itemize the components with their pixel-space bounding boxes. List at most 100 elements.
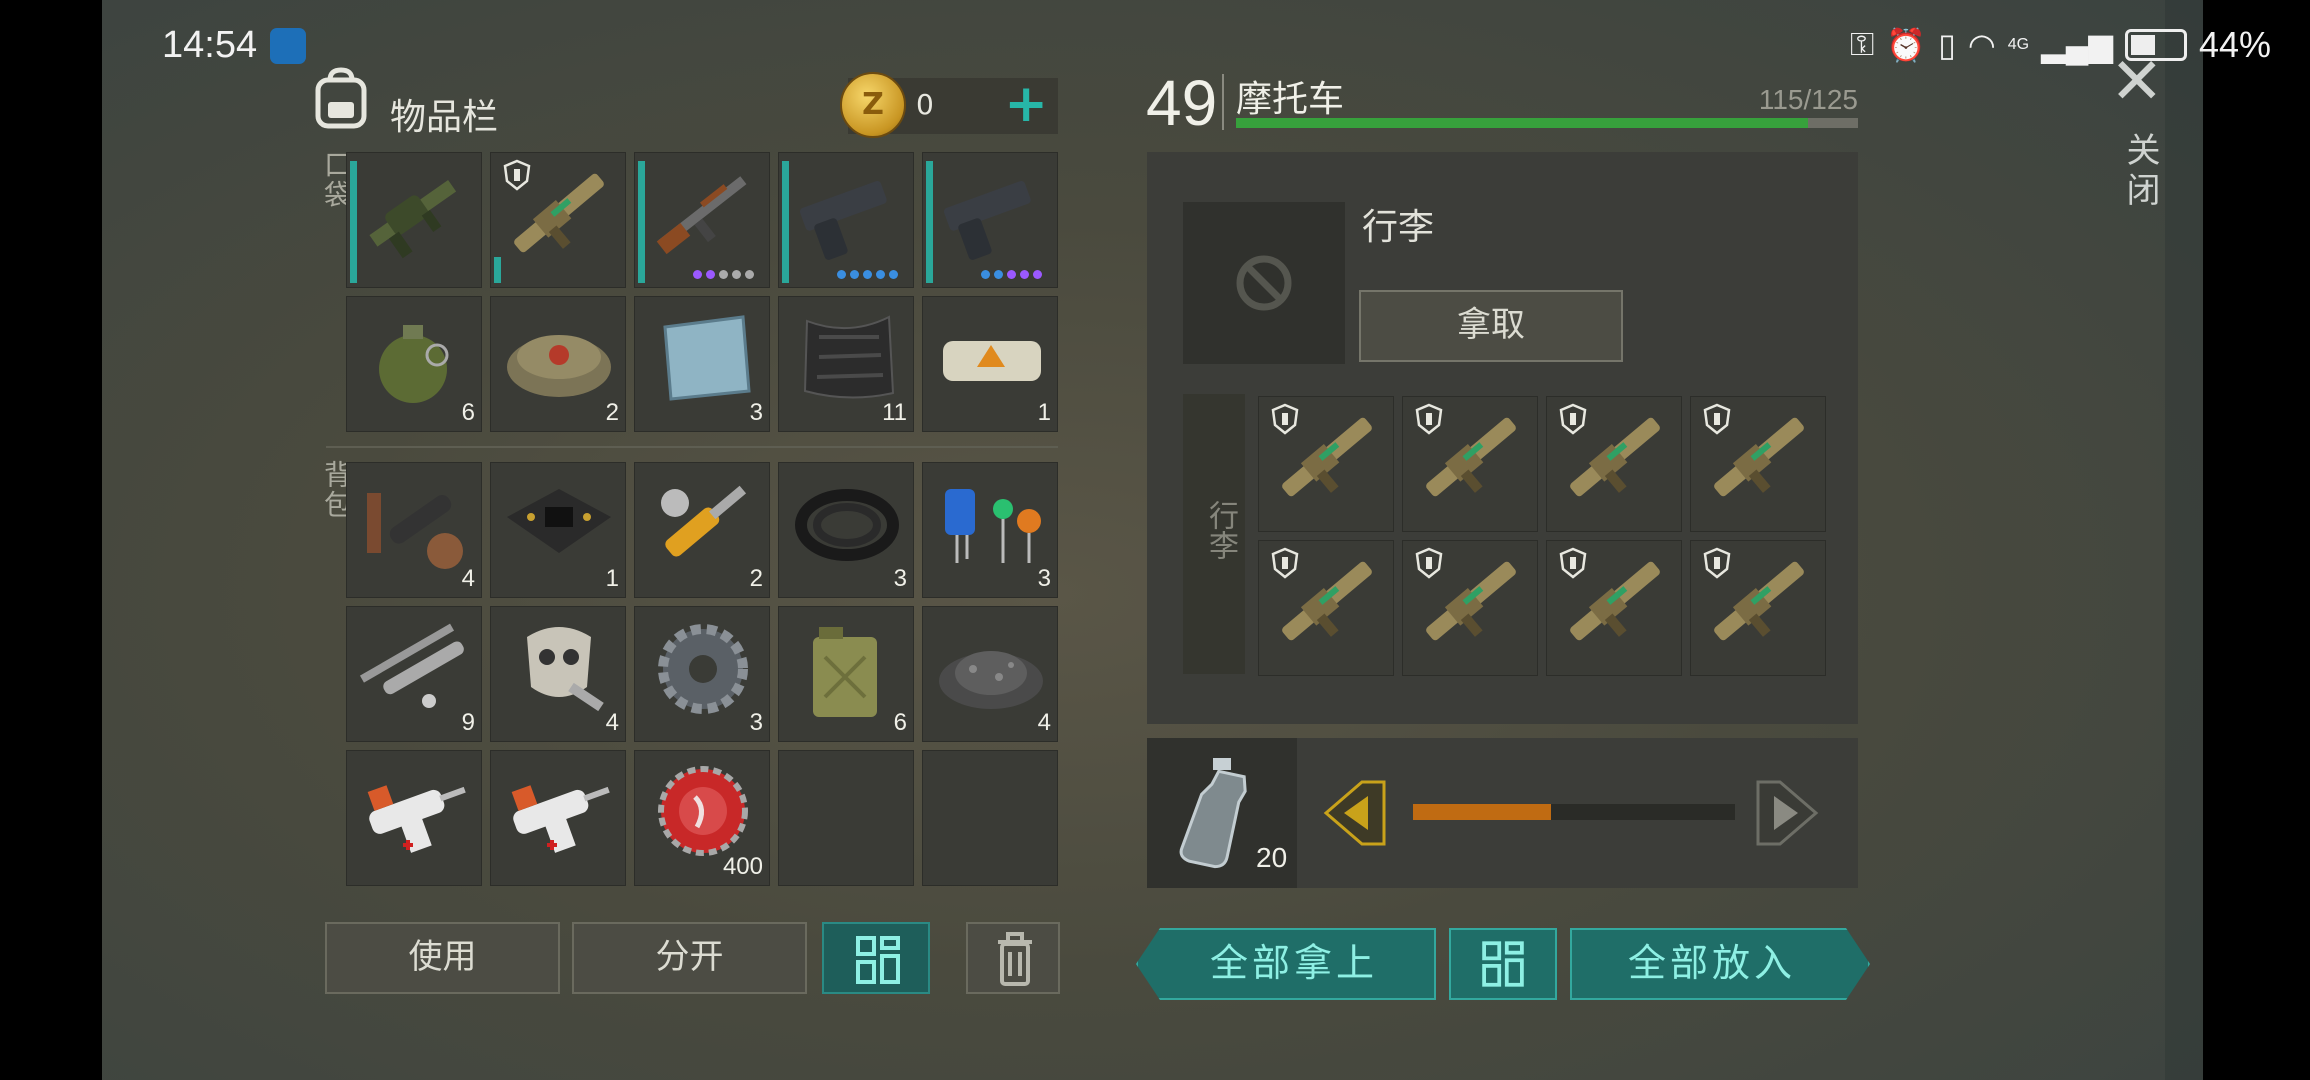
pocket-slot[interactable]	[490, 152, 626, 288]
take-all-button[interactable]: 全部拿上	[1136, 928, 1436, 1000]
metal-rods-icon	[359, 623, 464, 708]
storage-slot[interactable]	[1402, 396, 1538, 532]
close-label[interactable]: 关闭	[2116, 132, 2165, 212]
backpack-slot[interactable]: 400	[634, 750, 770, 886]
durability-bar	[638, 161, 645, 283]
coin-count: 0	[916, 88, 934, 121]
shield-icon	[503, 159, 531, 191]
backpack-grid: 4 1 2 3 3 9 4 3 6 4 400	[346, 462, 1058, 886]
item-quantity: 3	[893, 565, 907, 592]
backpack-icon	[315, 67, 367, 129]
rarity-dot	[994, 270, 1003, 279]
backpack-slot[interactable]: 6	[778, 606, 914, 742]
pocket-slot[interactable]: 2	[490, 296, 626, 432]
storage-slot[interactable]	[1690, 396, 1826, 532]
pocket-slot[interactable]	[346, 152, 482, 288]
pocket-slot[interactable]: 11	[778, 296, 914, 432]
capacity-bar-fill	[1236, 118, 1809, 128]
rarity-dot	[889, 270, 898, 279]
battery-percent: 44%	[2198, 24, 2272, 65]
compartment-title: 行李	[1362, 207, 1435, 248]
take-button[interactable]: 拿取	[1359, 290, 1623, 362]
pocket-slot[interactable]: 6	[346, 296, 482, 432]
trash-button[interactable]	[966, 922, 1060, 994]
close-icon[interactable]: ✕	[2110, 50, 2164, 114]
add-coins-button[interactable]: +	[1004, 76, 1048, 132]
decrease-arrow-icon[interactable]	[1322, 776, 1388, 850]
backpack-slot[interactable]: 4	[490, 606, 626, 742]
item-quantity: 6	[461, 399, 475, 426]
shield-icon	[1271, 403, 1299, 435]
backpack-slot[interactable]: 4	[922, 606, 1058, 742]
sort-inventory-button[interactable]	[822, 922, 930, 994]
pocket-grid: 6 2 3 11 1	[346, 152, 1058, 432]
status-icons: ⚿ ⏰ ▯ ◠ 4G ▂▄▆ 44%	[1850, 24, 2271, 66]
jerrycan-icon	[813, 627, 877, 717]
rarity-dot	[1007, 270, 1016, 279]
backpack-slot[interactable]: 4	[346, 462, 482, 598]
durability-bar	[926, 161, 933, 283]
item-quantity: 1	[605, 565, 619, 592]
shield-icon	[1703, 403, 1731, 435]
pocket-slot[interactable]: 3	[634, 296, 770, 432]
rubber-hose-icon	[795, 489, 899, 561]
backpack-slot[interactable]	[346, 750, 482, 886]
sort-storage-button[interactable]	[1449, 928, 1557, 1000]
pocket-slot[interactable]	[778, 152, 914, 288]
backpack-slot[interactable]: 3	[778, 462, 914, 598]
backpack-slot[interactable]	[490, 750, 626, 886]
right-shade	[2165, 0, 2203, 1080]
capacity-text: 115/125	[1758, 84, 1858, 115]
item-quantity: 4	[1037, 709, 1051, 736]
item-quantity: 3	[749, 399, 763, 426]
compartment-slot[interactable]	[1183, 202, 1345, 364]
metal-plate-icon	[663, 315, 751, 401]
rarity-dots	[837, 270, 898, 279]
shield-icon	[1415, 547, 1443, 579]
item-quantity: 6	[893, 709, 907, 736]
backpack-slot[interactable]: 3	[634, 606, 770, 742]
increase-arrow-icon[interactable]	[1754, 776, 1820, 850]
durability-bar	[350, 161, 357, 283]
shield-icon	[1559, 547, 1587, 579]
grid-sort-icon	[856, 936, 900, 984]
storage-slot[interactable]	[1258, 540, 1394, 676]
rarity-dot	[876, 270, 885, 279]
pocket-slot[interactable]: 1	[922, 296, 1058, 432]
item-quantity: 4	[461, 565, 475, 592]
split-button[interactable]: 分开	[572, 922, 807, 994]
pocket-slot[interactable]	[922, 152, 1058, 288]
storage-slot[interactable]	[1402, 540, 1538, 676]
luggage-label: 行李	[1203, 500, 1238, 560]
vehicle-level: 49	[1146, 67, 1218, 139]
backpack-slot[interactable]	[778, 750, 914, 886]
shield-icon	[1703, 547, 1731, 579]
rarity-dots	[693, 270, 754, 279]
rarity-dot	[732, 270, 741, 279]
backpack-slot[interactable]: 1	[490, 462, 626, 598]
use-button[interactable]: 使用	[325, 922, 560, 994]
rarity-dot	[981, 270, 990, 279]
item-quantity: 1	[1037, 399, 1051, 426]
shield-icon	[1559, 403, 1587, 435]
backpack-slot[interactable]: 2	[634, 462, 770, 598]
storage-slot[interactable]	[1546, 396, 1682, 532]
backpack-slot[interactable]: 3	[922, 462, 1058, 598]
capacitors-icon	[945, 489, 1041, 563]
pistol-icon	[799, 180, 887, 260]
backpack-slot[interactable]: 9	[346, 606, 482, 742]
bottle-cap-icon	[658, 766, 748, 856]
signal-icon: ▂▄▆	[2041, 27, 2113, 63]
hydraulic-cylinder-icon	[661, 485, 747, 557]
put-all-button[interactable]: 全部放入	[1570, 928, 1870, 1000]
pocket-slot[interactable]	[634, 152, 770, 288]
grid-sort-icon	[1482, 941, 1524, 987]
storage-slot[interactable]	[1258, 396, 1394, 532]
storage-slot[interactable]	[1690, 540, 1826, 676]
fuel-slider[interactable]	[1413, 804, 1735, 820]
item-quantity: 2	[605, 399, 619, 426]
backpack-slot[interactable]	[922, 750, 1058, 886]
storage-slot[interactable]	[1546, 540, 1682, 676]
item-quantity: 9	[461, 709, 475, 736]
item-quantity: 4	[605, 709, 619, 736]
